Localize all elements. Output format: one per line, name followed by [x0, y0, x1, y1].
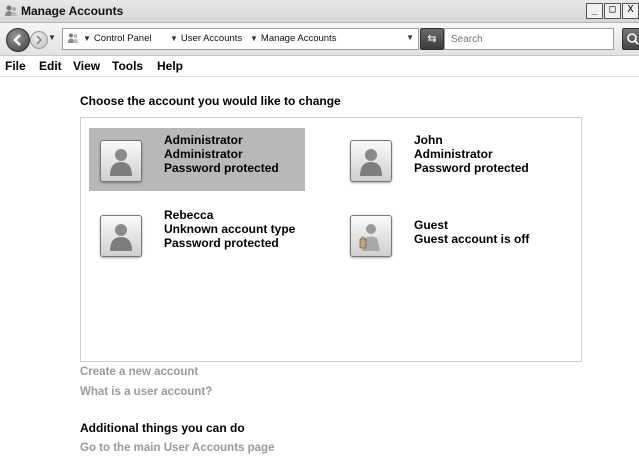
address-bar: ▼ ▼ Control Panel ▼ User Accounts ▼ Manage … — [0, 23, 639, 56]
account-status: Password protected — [164, 161, 279, 175]
minimize-button[interactable]: _ — [586, 3, 603, 19]
users-icon — [5, 5, 17, 16]
search-field[interactable] — [444, 28, 614, 50]
search-button[interactable] — [622, 28, 639, 50]
account-type: Administrator — [164, 147, 243, 161]
menu-bar: File Edit View Tools Help — [0, 56, 639, 77]
title-bar: Manage Accounts _ □ X — [0, 0, 639, 23]
refresh-button[interactable]: ⇆ — [420, 28, 444, 50]
user-avatar — [350, 140, 392, 182]
breadcrumb-manage-accounts[interactable]: ▼ Manage Accounts — [250, 33, 336, 44]
additional-things-heading: Additional things you can do — [80, 421, 245, 435]
account-status: Password protected — [164, 236, 279, 250]
account-type: Guest account is off — [414, 232, 530, 246]
user-avatar — [350, 215, 392, 257]
account-guest[interactable]: Guest Guest account is off — [339, 203, 555, 266]
account-rebecca[interactable]: Rebecca Unknown account type Password pr… — [89, 203, 305, 266]
refresh-icon: ⇆ — [427, 33, 437, 45]
account-name: Guest — [414, 218, 449, 232]
account-name: Administrator — [164, 133, 243, 147]
user-silhouette-icon — [110, 149, 132, 176]
user-silhouette-icon — [360, 149, 382, 176]
user-silhouette-icon — [110, 224, 132, 251]
accounts-list: Administrator Administrator Password pro… — [80, 117, 582, 362]
menu-view[interactable]: View — [73, 59, 100, 73]
back-button[interactable] — [6, 28, 30, 52]
account-details: John Administrator Password protected — [414, 133, 529, 175]
window-title: Manage Accounts — [21, 4, 124, 18]
guest-user-icon — [359, 224, 380, 251]
account-status: Password protected — [414, 161, 529, 175]
breadcrumb-user-accounts[interactable]: ▼ User Accounts — [170, 33, 242, 44]
account-details: Administrator Administrator Password pro… — [164, 133, 279, 175]
chevron-down-icon: ▼ — [83, 34, 91, 43]
account-john[interactable]: John Administrator Password protected — [339, 128, 555, 191]
account-administrator[interactable]: Administrator Administrator Password pro… — [89, 128, 305, 191]
breadcrumb[interactable]: ▼ Control Panel ▼ User Accounts ▼ Manage Ac… — [62, 28, 419, 50]
page-title: Choose the account you would like to cha… — [80, 94, 341, 108]
user-avatar — [100, 140, 142, 182]
search-input[interactable] — [445, 30, 611, 49]
breadcrumb-control-panel[interactable]: ▼ Control Panel — [83, 33, 151, 44]
create-account-link[interactable]: Create a new account — [80, 366, 198, 378]
account-name: Rebecca — [164, 208, 214, 222]
forward-button[interactable] — [30, 31, 48, 49]
main-user-accounts-link[interactable]: Go to the main User Accounts page — [80, 442, 274, 454]
chevron-down-icon: ▼ — [170, 34, 178, 43]
chevron-down-icon: ▼ — [250, 34, 258, 43]
forward-arrow-icon — [36, 35, 43, 45]
history-dropdown-icon[interactable]: ▼ — [48, 33, 56, 42]
menu-edit[interactable]: Edit — [39, 59, 62, 73]
search-icon — [627, 33, 639, 45]
account-type: Administrator — [414, 147, 493, 161]
maximize-button[interactable]: □ — [604, 3, 621, 19]
menu-help[interactable]: Help — [157, 59, 183, 73]
close-button[interactable]: X — [622, 3, 639, 19]
what-is-user-account-link[interactable]: What is a user account? — [80, 386, 212, 398]
menu-tools[interactable]: Tools — [112, 59, 143, 73]
users-icon — [68, 33, 78, 43]
back-arrow-icon — [13, 34, 21, 46]
menu-file[interactable]: File — [5, 59, 26, 73]
address-dropdown-icon[interactable]: ▼ — [406, 33, 414, 42]
account-name: John — [414, 133, 443, 147]
window-controls: _ □ X — [585, 3, 639, 19]
account-details: Rebecca Unknown account type Password pr… — [164, 208, 295, 250]
user-avatar — [100, 215, 142, 257]
account-type: Unknown account type — [164, 222, 296, 236]
account-details: Guest Guest account is off — [414, 218, 529, 246]
